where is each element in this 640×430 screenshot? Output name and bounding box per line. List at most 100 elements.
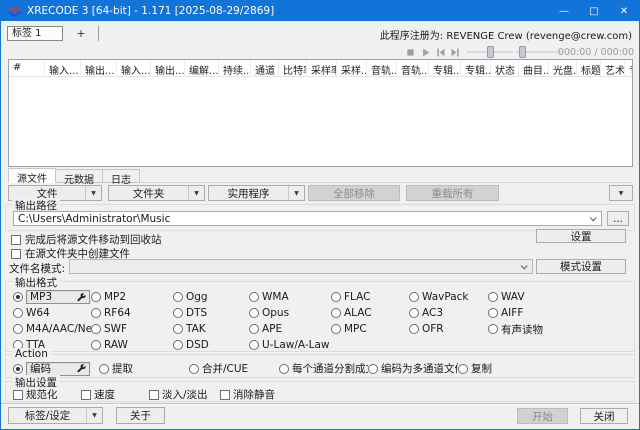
- action-option-提取[interactable]: 提取: [99, 361, 189, 376]
- column-header-20[interactable]: 艺术家: [601, 60, 625, 76]
- column-header-21[interactable]: 专辑: [625, 60, 632, 76]
- file-list[interactable]: #输入...输出...输入...输出...编解...持续...通道比特率采样率采…: [8, 59, 633, 167]
- format-option-WavPack[interactable]: WavPack: [409, 291, 488, 303]
- previous-track-icon[interactable]: [435, 47, 446, 58]
- close-button[interactable]: ✕: [609, 1, 639, 21]
- format-option-AIFF[interactable]: AIFF: [488, 307, 632, 319]
- volume-thumb[interactable]: [519, 46, 526, 58]
- stop-icon[interactable]: [405, 47, 416, 58]
- format-option-Opus[interactable]: Opus: [249, 307, 331, 319]
- column-header-7[interactable]: 持续...: [219, 60, 251, 76]
- tags-presets-button[interactable]: 标签/设定 ▼: [8, 407, 103, 424]
- format-option-WMA[interactable]: WMA: [249, 291, 331, 303]
- format-option-AC3[interactable]: AC3: [409, 307, 488, 319]
- document-tab[interactable]: 标签 1: [7, 26, 63, 41]
- filename-pattern-combobox[interactable]: [69, 259, 533, 274]
- format-option-OFR[interactable]: OFR: [409, 323, 488, 335]
- column-header-18[interactable]: 光盘...: [549, 60, 577, 76]
- format-option-MP2[interactable]: MP2: [91, 291, 173, 303]
- format-option-W64[interactable]: W64: [13, 307, 91, 319]
- selected-option-box[interactable]: MP3: [26, 290, 90, 304]
- format-option-APE[interactable]: APE: [249, 323, 331, 335]
- seek-slider[interactable]: [467, 45, 513, 59]
- selected-option-box[interactable]: 编码: [26, 362, 90, 376]
- folder-menu-button[interactable]: 文件夹 ▼: [108, 185, 205, 201]
- radio-icon: [488, 308, 498, 318]
- action-option-编码[interactable]: 编码: [13, 362, 99, 376]
- setting-option-淡入/淡出[interactable]: 淡入/淡出: [149, 387, 220, 402]
- setting-option-速度[interactable]: 速度: [81, 387, 149, 402]
- view-tab-3[interactable]: 日志: [103, 169, 140, 183]
- column-header-15[interactable]: 专辑...: [461, 60, 491, 76]
- option-label: M4A/AAC/Nero: [26, 323, 91, 335]
- view-tabs: 源文件元数据日志: [8, 168, 140, 183]
- column-header-1[interactable]: #: [9, 60, 45, 76]
- chevron-down-icon[interactable]: ▼: [86, 408, 102, 423]
- format-option-MP3[interactable]: MP3: [13, 290, 91, 304]
- chevron-down-icon[interactable]: ▼: [188, 186, 204, 200]
- action-option-复制[interactable]: 复制: [458, 361, 492, 376]
- format-option-MPC[interactable]: MPC: [331, 323, 409, 335]
- column-header-6[interactable]: 编解...: [185, 60, 219, 76]
- seek-thumb[interactable]: [487, 46, 494, 58]
- column-header-2[interactable]: 输入...: [45, 60, 81, 76]
- column-header-3[interactable]: 输出...: [81, 60, 117, 76]
- browse-button[interactable]: ...: [607, 211, 629, 226]
- format-option-U-Law/A-Law[interactable]: U-Law/A-Law: [249, 339, 331, 351]
- format-option-SWF[interactable]: SWF: [91, 323, 173, 335]
- column-header-17[interactable]: 曲目...: [519, 60, 549, 76]
- option-label: ALAC: [344, 307, 372, 319]
- start-button[interactable]: 开始: [517, 408, 568, 424]
- chevron-down-icon[interactable]: ▼: [288, 186, 304, 200]
- chevron-down-icon[interactable]: ▼: [85, 186, 101, 200]
- format-option-ALAC[interactable]: ALAC: [331, 307, 409, 319]
- column-header-16[interactable]: 状态: [491, 60, 519, 76]
- maximize-button[interactable]: □: [579, 1, 609, 21]
- volume-slider[interactable]: [516, 45, 561, 59]
- add-tab-button[interactable]: +: [71, 26, 91, 41]
- action-option-合并/CUE[interactable]: 合并/CUE: [189, 361, 279, 376]
- recycle-checkbox[interactable]: 完成后将源文件移动到回收站: [11, 232, 162, 247]
- minimize-button[interactable]: —: [549, 1, 579, 21]
- format-option-DTS[interactable]: DTS: [173, 307, 249, 319]
- action-option-每个通道分割成文件[interactable]: 每个通道分割成文件: [279, 361, 368, 376]
- radio-icon: [409, 292, 419, 302]
- reload-all-button[interactable]: 重载所有: [406, 185, 499, 201]
- format-option-DSD[interactable]: DSD: [173, 339, 249, 351]
- format-option-TAK[interactable]: TAK: [173, 323, 249, 335]
- column-header-11[interactable]: 采样...: [337, 60, 367, 76]
- format-option-Ogg[interactable]: Ogg: [173, 291, 249, 303]
- next-track-icon[interactable]: [450, 47, 461, 58]
- format-option-有声读物[interactable]: 有声读物: [488, 322, 632, 337]
- chevron-down-icon[interactable]: [590, 214, 597, 221]
- column-header-19[interactable]: 标题: [577, 60, 601, 76]
- output-settings-button[interactable]: 设置: [536, 229, 626, 243]
- column-header-9[interactable]: 比特率: [279, 60, 307, 76]
- view-tab-2[interactable]: 元数据: [56, 169, 103, 183]
- column-header-8[interactable]: 通道: [251, 60, 279, 76]
- format-option-RAW[interactable]: RAW: [91, 339, 173, 351]
- setting-option-规范化[interactable]: 规范化: [13, 387, 81, 402]
- column-header-10[interactable]: 采样率: [307, 60, 337, 76]
- column-header-5[interactable]: 输出...: [151, 60, 185, 76]
- about-button[interactable]: 关于: [116, 407, 165, 424]
- utilities-menu-button[interactable]: 实用程序 ▼: [208, 185, 305, 201]
- remove-all-button[interactable]: 全部移除: [308, 185, 400, 201]
- output-path-combobox[interactable]: C:\Users\Administrator\Music: [13, 211, 602, 226]
- format-option-FLAC[interactable]: FLAC: [331, 291, 409, 303]
- play-icon[interactable]: [420, 47, 431, 58]
- column-header-14[interactable]: 专辑...: [429, 60, 461, 76]
- setting-option-消除静音[interactable]: 消除静音: [220, 387, 275, 402]
- format-option-RF64[interactable]: RF64: [91, 307, 173, 319]
- close-dialog-button[interactable]: 关闭: [580, 408, 628, 424]
- column-header-12[interactable]: 音轨...: [367, 60, 397, 76]
- format-option-M4A/AAC/Nero[interactable]: M4A/AAC/Nero: [13, 323, 91, 335]
- format-option-WAV[interactable]: WAV: [488, 291, 632, 303]
- chevron-down-icon[interactable]: [521, 262, 528, 269]
- more-options-button[interactable]: ▼: [609, 185, 633, 201]
- pattern-settings-button[interactable]: 模式设置: [536, 259, 626, 274]
- column-header-4[interactable]: 输入...: [117, 60, 151, 76]
- column-header-13[interactable]: 音轨...: [397, 60, 429, 76]
- view-tab-1[interactable]: 源文件: [8, 168, 56, 183]
- action-option-编码为多通道文件[interactable]: 编码为多通道文件: [368, 361, 458, 376]
